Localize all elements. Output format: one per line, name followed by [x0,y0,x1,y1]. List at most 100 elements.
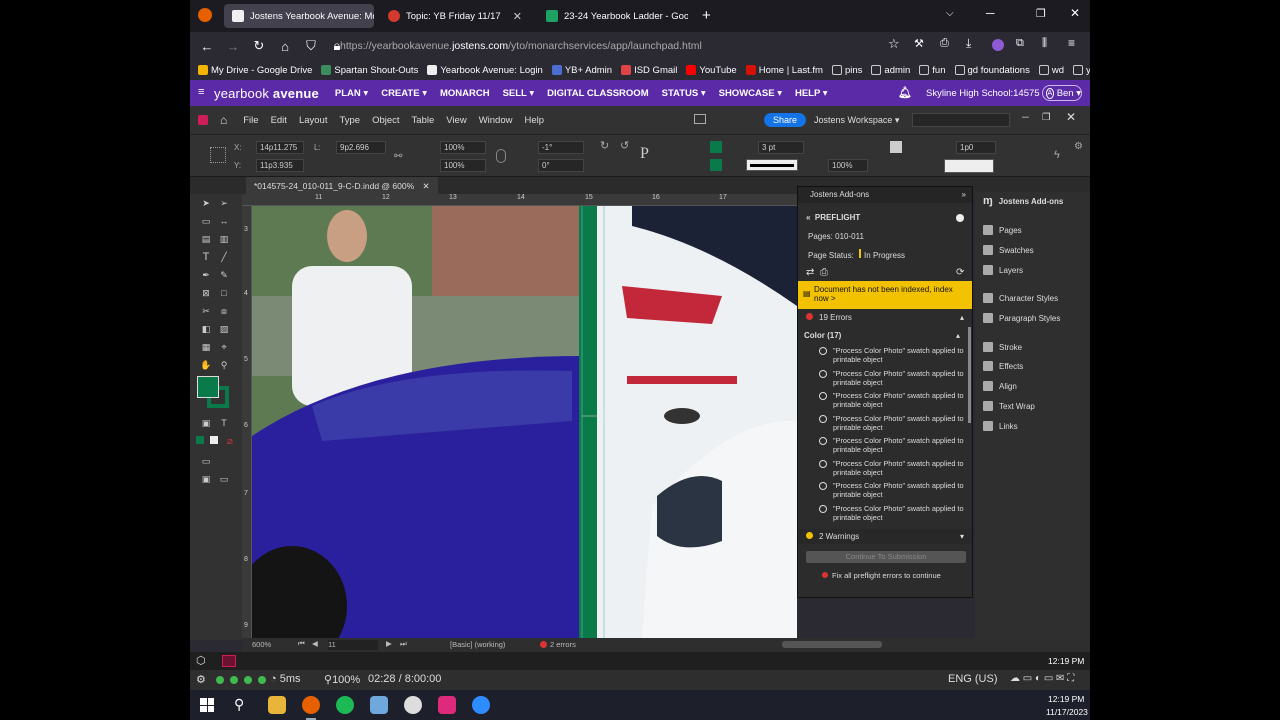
bookmark-folder-wd[interactable]: wd [1038,65,1064,76]
chevron-down-icon[interactable]: ▾ [960,529,964,544]
gradient-feather-tool-icon[interactable]: ▨ [218,324,230,334]
panel-text-wrap[interactable]: Text Wrap [983,399,1035,413]
direct-selection-tool-icon[interactable]: ➢ [218,198,230,208]
restore-icon[interactable]: ❐ [1036,7,1046,20]
continue-button[interactable]: Continue To Submission [806,551,966,563]
bookmark-folder-pins[interactable]: pins [831,65,862,76]
pencil-tool-icon[interactable]: ✎ [218,270,230,280]
menu-object[interactable]: Object [372,115,399,126]
panel-stroke[interactable]: Stroke [983,340,1022,354]
error-item[interactable]: "Process Color Photo" swatch applied to … [818,436,968,454]
index-notice[interactable]: ▤ Document has not been indexed, index no… [798,281,972,309]
panel-align[interactable]: Align [983,379,1017,393]
zoom-icon[interactable] [472,696,490,714]
gap-tool-icon[interactable]: ↔ [218,216,230,226]
type-tool-icon[interactable]: T [200,252,212,263]
bookmark-folder-fun[interactable]: fun [919,65,946,76]
instagram-icon[interactable] [438,696,456,714]
errors-section[interactable]: 19 Errors ▴ [806,313,964,322]
tab-sheets[interactable]: 23-24 Yearbook Ladder - Goog ✕ [538,4,688,28]
windows-start-icon[interactable] [200,698,214,712]
prev-page-icon[interactable]: ◀ [312,639,318,648]
scissors-tool-icon[interactable]: ✂ [200,306,212,316]
spotify-icon[interactable] [336,696,354,714]
warnings-section[interactable]: 2 Warnings ▾ [798,529,972,544]
nav-create[interactable]: CREATE ▾ [381,88,427,99]
rotate-cw-icon[interactable]: ↻ [600,139,609,152]
menu-table[interactable]: Table [412,115,435,126]
doc-tab[interactable]: *014575-24_010-011_9-C-D.indd @ 600% ✕ [246,177,438,195]
yearbook-avenue-logo[interactable]: yearbook avenue [214,86,319,101]
home-icon[interactable]: ⌂ [272,39,298,54]
panel-links[interactable]: Links [983,419,1018,433]
rotate-field[interactable]: -1° [538,141,584,154]
school-selector[interactable]: Skyline High School:14575 [926,88,1040,99]
pen-tool-icon[interactable]: ✒ [200,270,212,280]
bell-icon[interactable]: 🔔︎ [898,86,912,99]
firefox-icon[interactable] [302,696,320,714]
fill-swatch[interactable] [710,141,722,153]
chevron-up-icon[interactable]: ▴ [956,331,960,340]
formatting-text-icon[interactable]: T [218,418,230,428]
nav-plan[interactable]: PLAN ▾ [335,88,368,99]
nav-help[interactable]: HELP ▾ [795,88,828,99]
content-placer-icon[interactable]: ▥ [218,234,230,244]
minimize-icon[interactable]: ─ [986,6,995,20]
nav-status[interactable]: STATUS ▾ [662,88,706,99]
search-input[interactable] [912,113,1010,127]
preflight-profile[interactable]: [Basic] (working) [450,640,505,649]
forward-icon[interactable]: → [220,39,246,54]
eyedropper-tool-icon[interactable]: ⌖ [218,342,230,352]
scrollbar[interactable] [968,327,971,423]
error-item[interactable]: "Process Color Photo" swatch applied to … [818,414,968,432]
back-icon[interactable]: « [806,213,810,222]
hand-tool-icon[interactable]: ✋ [200,360,212,370]
reference-point-icon[interactable] [210,147,226,163]
bookmark-spartan[interactable]: Spartan Shout-Outs [321,65,418,76]
tab-topic[interactable]: Topic: YB Friday 11/17 ✕ [380,4,530,28]
zoom-tool-icon[interactable]: ⚲ [218,360,230,370]
app-icon[interactable] [370,696,388,714]
constrain-icon[interactable]: ⚯ [394,151,402,162]
panel-effects[interactable]: Effects [983,359,1023,373]
horizontal-scrollbar[interactable] [782,641,882,648]
menu-view[interactable]: View [446,115,466,126]
tab-list-icon[interactable]: ⌵ [946,8,954,19]
error-count[interactable]: 2 errors [550,640,576,649]
library-icon[interactable]: ⫼ [1042,37,1047,50]
page-field[interactable]: 11 [328,640,378,650]
fill-color-swatch[interactable] [197,376,219,398]
file-explorer-icon[interactable] [268,696,286,714]
tab-yearbook-avenue[interactable]: Jostens Yearbook Avenue: Mon ✕ [224,4,374,28]
print-icon[interactable]: ⎙ [820,267,828,278]
search-icon[interactable]: ⚲ [234,696,244,713]
error-item[interactable]: "Process Color Photo" swatch applied to … [818,369,968,387]
document-canvas[interactable] [252,206,797,638]
screen-mode-icon[interactable]: ▭ [218,474,230,484]
preview-mode-icon[interactable]: ▣ [200,474,212,484]
first-page-icon[interactable]: ⏮ [298,639,305,649]
print-icon[interactable]: ⎙ [940,37,949,50]
close-icon[interactable]: ✕ [423,181,430,191]
download-icon[interactable]: ⤓ [966,36,971,51]
cube-icon[interactable]: ⬡ [196,654,206,667]
stroke-weight-field[interactable]: 3 pt [758,141,804,154]
bookmark-youtube[interactable]: YouTube [686,65,737,76]
wrench-icon[interactable]: ⚒ [914,37,924,50]
nav-showcase[interactable]: SHOWCASE ▾ [719,88,782,99]
github-desktop-icon[interactable] [404,696,422,714]
bookmark-gmail[interactable]: ISD Gmail [621,65,677,76]
error-item[interactable]: "Process Color Photo" swatch applied to … [818,481,968,499]
home-icon[interactable]: ⌂ [220,113,227,127]
free-transform-tool-icon[interactable]: ⧈ [218,306,230,316]
user-menu[interactable]: A Ben ▾ [1042,85,1082,101]
line-tool-icon[interactable]: ╱ [218,252,230,262]
note-tool-icon[interactable]: ▦ [200,342,212,352]
bookmark-yb-admin[interactable]: YB+ Admin [551,65,612,76]
chevron-up-icon[interactable]: ▴ [960,313,964,322]
panel-paragraph-styles[interactable]: Paragraph Styles [983,311,1060,325]
minimize-icon[interactable]: ─ [1022,112,1029,123]
gear-icon[interactable]: ⚙ [196,673,206,686]
new-tab-button[interactable]: + [702,7,711,24]
apply-color-icon[interactable] [196,436,204,444]
